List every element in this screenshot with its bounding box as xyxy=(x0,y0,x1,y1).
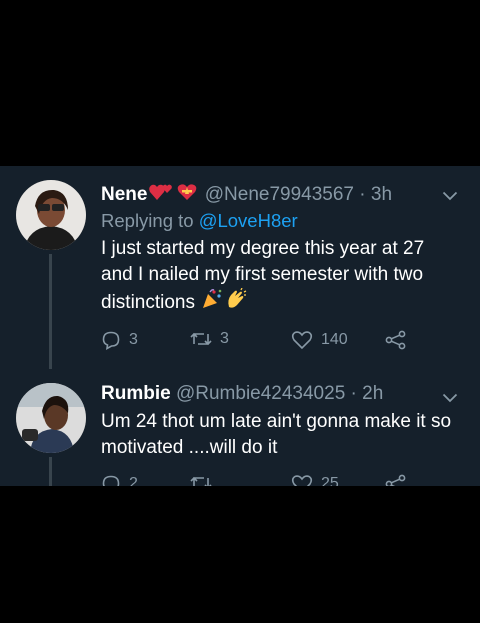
reply-button[interactable]: 2 xyxy=(101,474,138,486)
retweet-button[interactable] xyxy=(190,474,220,486)
reply-count: 2 xyxy=(129,475,138,486)
tweet-rumbie[interactable]: Rumbie @Rumbie42434025 · 2h Um 24 thot u… xyxy=(0,371,480,486)
mention-link[interactable]: @LoveH8er xyxy=(199,210,298,231)
avatar-photo xyxy=(16,180,86,250)
like-count: 25 xyxy=(321,475,339,486)
tweet-text: Um 24 thot um late ain't gonna make it s… xyxy=(101,411,452,458)
share-icon xyxy=(385,330,406,350)
retweet-count: 3 xyxy=(220,330,229,347)
like-count: 140 xyxy=(321,331,348,348)
retweet-button[interactable]: 3 xyxy=(190,330,229,348)
tweet-thread: Nene @Nene79943567 · 3h Replying to @Lov… xyxy=(0,166,480,486)
share-icon xyxy=(385,474,406,486)
tweet-time[interactable]: 2h xyxy=(362,383,383,404)
tweet-header: Nene @Nene79943567 · 3h xyxy=(101,182,392,208)
avatar-photo xyxy=(16,383,86,453)
reply-count: 3 xyxy=(129,331,138,348)
tweet-text-content: I just started my degree this year at 27… xyxy=(101,238,425,314)
thread-connector-line xyxy=(49,457,52,486)
heart-with-ribbon-icon xyxy=(176,182,198,208)
retweet-icon xyxy=(190,332,212,346)
user-handle[interactable]: @Nene79943567 xyxy=(205,184,354,205)
heart-icon xyxy=(291,475,313,486)
heart-icon xyxy=(291,331,313,350)
like-button[interactable]: 140 xyxy=(291,330,348,350)
tweet-nene[interactable]: Nene @Nene79943567 · 3h Replying to @Lov… xyxy=(0,166,480,371)
reply-button[interactable]: 3 xyxy=(101,330,138,350)
chevron-down-icon[interactable] xyxy=(442,191,458,201)
tweet-header: Rumbie @Rumbie42434025 · 2h xyxy=(101,383,384,404)
replying-to: Replying to @LoveH8er xyxy=(101,210,298,232)
avatar[interactable] xyxy=(16,383,86,453)
retweet-icon xyxy=(190,476,212,486)
share-button[interactable] xyxy=(385,330,407,350)
clapping-hands-icon xyxy=(225,287,247,318)
display-name[interactable]: Rumbie xyxy=(101,383,171,404)
share-button[interactable] xyxy=(385,474,407,486)
reply-icon xyxy=(102,475,120,486)
like-button[interactable]: 25 xyxy=(291,474,339,486)
tweet-text: I just started my degree this year at 27… xyxy=(101,236,461,318)
party-popper-icon xyxy=(201,288,223,318)
replying-to-label: Replying to xyxy=(101,210,194,231)
avatar[interactable] xyxy=(16,180,86,250)
user-handle[interactable]: @Rumbie42434025 xyxy=(176,383,345,404)
chevron-down-icon[interactable] xyxy=(442,393,458,403)
display-name[interactable]: Nene xyxy=(101,184,147,205)
two-hearts-icon xyxy=(148,182,174,208)
reply-icon xyxy=(102,331,120,350)
thread-connector-line xyxy=(49,254,52,369)
tweet-time[interactable]: 3h xyxy=(371,184,392,205)
